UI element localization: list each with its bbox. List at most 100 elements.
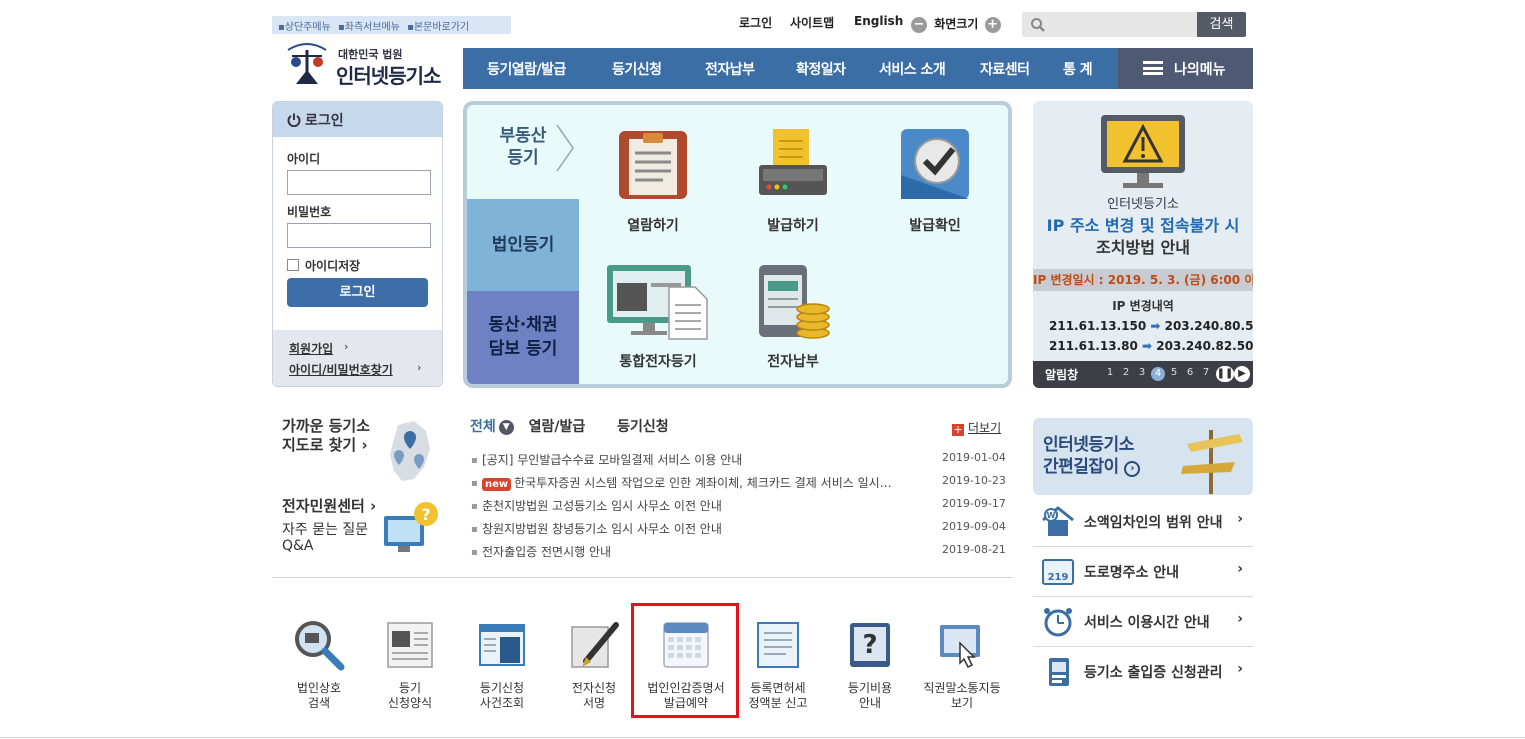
nav-view-issue[interactable]: 등기열람/발급 bbox=[487, 59, 566, 79]
notice-date: 2019-01-04 bbox=[942, 451, 1006, 464]
ip-title: IP 변경내역 bbox=[1112, 299, 1174, 313]
quick-label-1: 법인상호 bbox=[296, 681, 342, 695]
notice-row[interactable]: ▪ 전자출입증 전면시행 안내 2019-08-21 bbox=[471, 543, 1006, 563]
notice-title-wrap: new 한국투자증권 시스템 작업으로 인한 계좌이체, 체크카드 결제 서비스 … bbox=[482, 474, 912, 491]
nav-service-intro[interactable]: 서비스 소개 bbox=[879, 59, 946, 79]
my-menu-button[interactable]: 나의메뉴 bbox=[1118, 48, 1253, 89]
category-real-estate[interactable]: 부동산 등기 bbox=[467, 105, 579, 199]
banner-line-3: 조치방법 안내 bbox=[1096, 238, 1190, 257]
id-field[interactable] bbox=[287, 170, 431, 195]
service-issue[interactable]: 발급하기 bbox=[738, 125, 848, 235]
bullet-icon: ▪ bbox=[471, 524, 478, 535]
nav-e-payment[interactable]: 전자납부 bbox=[705, 59, 755, 79]
join-link[interactable]: 회원가입 bbox=[289, 340, 333, 357]
zoom-in-icon[interactable]: + bbox=[984, 16, 1001, 33]
divider bbox=[272, 577, 1012, 578]
more-link[interactable]: + 더보기 bbox=[952, 419, 1001, 436]
pause-icon[interactable]: ❚❚ bbox=[1216, 366, 1234, 382]
tab-view-issue[interactable]: 열람/발급 bbox=[529, 419, 586, 435]
banner-page-6[interactable]: 6 bbox=[1183, 367, 1197, 378]
site-logo[interactable]: 대한민국 법원 인터넷등기소 bbox=[280, 40, 450, 92]
quick-label-2: 정액분 신고 bbox=[748, 696, 808, 710]
nav-fixed-date[interactable]: 확정일자 bbox=[796, 59, 846, 79]
skip-link-top-menu[interactable]: ▪상단주메뉴 bbox=[278, 22, 331, 33]
service-e-payment[interactable]: 전자납부 bbox=[738, 261, 848, 371]
zoom-out-icon[interactable]: − bbox=[911, 16, 927, 33]
svg-text:219: 219 bbox=[1048, 572, 1069, 583]
signpost-icon bbox=[1181, 430, 1243, 494]
tab-all[interactable]: 전체 ▼ bbox=[470, 419, 514, 435]
sitemap-link[interactable]: 사이트맵 bbox=[790, 14, 834, 31]
service-integrated[interactable]: 통합전자등기 bbox=[598, 261, 718, 371]
map-link-line-2: 지도로 찾기 › bbox=[282, 436, 368, 454]
quick-label-1: 직권말소통지등 bbox=[923, 681, 1001, 695]
category-movable[interactable]: 동산·채권 담보 등기 bbox=[467, 291, 579, 384]
chevron-right-icon: › bbox=[1237, 611, 1243, 627]
save-id-checkbox[interactable] bbox=[287, 259, 299, 271]
notice-row[interactable]: ▪ [공지] 무인발급수수료 모바일결제 서비스 이용 안내 2019-01-0… bbox=[471, 451, 1006, 471]
notice-row[interactable]: ▪ 춘천지방법원 고성등기소 임시 사무소 이전 안내 2019-09-17 bbox=[471, 497, 1006, 517]
quick-case-inquiry[interactable]: 등기신청 사건조회 bbox=[457, 617, 547, 711]
category-corporation[interactable]: 법인등기 bbox=[467, 199, 579, 291]
tab-application[interactable]: 등기신청 bbox=[617, 419, 669, 435]
banner-page-4[interactable]: 4 bbox=[1151, 367, 1165, 381]
banner-page-5[interactable]: 5 bbox=[1167, 367, 1181, 378]
quick-label-2: 보기 bbox=[950, 696, 974, 710]
skip-link-left-menu[interactable]: ▪좌측서브메뉴 bbox=[338, 22, 400, 33]
arrow-right-icon: ➡ bbox=[1142, 339, 1153, 353]
bullet-icon: ▪ bbox=[471, 547, 478, 558]
service-integrated-label: 통합전자등기 bbox=[619, 354, 697, 370]
zoom-controls: − 화면크기 + bbox=[911, 15, 1001, 33]
right-link-label: 등기소 출입증 신청관리 bbox=[1084, 665, 1223, 681]
service-verify[interactable]: 발급확인 bbox=[880, 125, 990, 235]
notice-row[interactable]: ▪ 창원지방법원 창녕등기소 임시 사무소 이전 안내 2019-09-04 bbox=[471, 520, 1006, 540]
right-link-label: 소액임차인의 범위 안내 bbox=[1084, 515, 1223, 531]
notice-row[interactable]: ▪ new 한국투자증권 시스템 작업으로 인한 계좌이체, 체크카드 결제 서비… bbox=[471, 474, 1006, 494]
password-field[interactable] bbox=[287, 223, 431, 248]
banner-page-1[interactable]: 1 bbox=[1103, 367, 1117, 378]
quick-corp-name-search[interactable]: 법인상호 검색 bbox=[274, 617, 364, 711]
coins-tablet-icon bbox=[759, 265, 830, 339]
quick-label-1: 등기 bbox=[398, 681, 422, 695]
nav-application[interactable]: 등기신청 bbox=[612, 59, 662, 79]
map-search-link[interactable]: 가까운 등기소 지도로 찾기 › bbox=[282, 417, 442, 487]
login-button[interactable]: 로그인 bbox=[287, 278, 428, 307]
quick-application-forms[interactable]: 등기 신청양식 bbox=[365, 617, 455, 711]
banner-page-2[interactable]: 2 bbox=[1119, 367, 1133, 378]
ip-old-2: 211.61.13.80 bbox=[1049, 339, 1138, 353]
top-login-link[interactable]: 로그인 bbox=[739, 14, 772, 31]
nav-data-center[interactable]: 자료센터 bbox=[980, 59, 1030, 79]
service-view[interactable]: 열람하기 bbox=[598, 125, 708, 235]
search-button[interactable]: 검색 bbox=[1197, 12, 1246, 37]
guide-banner[interactable]: 인터넷등기소 간편길잡이 › bbox=[1033, 418, 1253, 495]
find-account-link[interactable]: 아이디/비밀번호찾기 bbox=[289, 361, 393, 378]
right-link-small-tenant[interactable]: W 소액임차인의 범위 안내 › bbox=[1033, 497, 1253, 547]
banner-page-7[interactable]: 7 bbox=[1199, 367, 1213, 378]
quick-registration-tax[interactable]: 등록면허세 정액분 신고 bbox=[733, 617, 823, 711]
notice-banner[interactable]: 인터넷등기소 IP 주소 변경 및 접속불가 시 조치방법 안내 IP 변경일시… bbox=[1033, 101, 1253, 388]
right-link-service-hours[interactable]: 서비스 이용시간 안내 › bbox=[1033, 597, 1253, 647]
new-badge: new bbox=[482, 478, 512, 491]
nav-statistics[interactable]: 통 계 bbox=[1063, 59, 1093, 79]
right-link-access-pass[interactable]: 등기소 출입증 신청관리 › bbox=[1033, 647, 1253, 697]
banner-line-1: 인터넷등기소 bbox=[1107, 197, 1179, 212]
banner-page-3[interactable]: 3 bbox=[1135, 367, 1149, 378]
svg-text:?: ? bbox=[421, 505, 430, 524]
bullet-icon: ▪ bbox=[471, 478, 478, 489]
quick-e-signature[interactable]: 전자신청 서명 bbox=[549, 617, 639, 711]
search-input[interactable] bbox=[1050, 15, 1190, 34]
quick-cost-guide[interactable]: ? 등기비용 안내 bbox=[825, 617, 915, 711]
service-panel: 부동산 등기 법인등기 동산·채권 담보 등기 열람하기 발급하기 발급확인 통… bbox=[463, 101, 1012, 388]
english-link[interactable]: English bbox=[854, 14, 903, 28]
next-icon[interactable]: ▶ bbox=[1234, 366, 1250, 382]
notice-title: 춘천지방법원 고성등기소 임시 사무소 이전 안내 bbox=[482, 499, 722, 513]
circle-arrow-icon: › bbox=[1124, 461, 1141, 477]
right-link-road-address[interactable]: 219 도로명주소 안내 › bbox=[1033, 547, 1253, 597]
notice-date: 2019-09-04 bbox=[942, 520, 1006, 533]
hamburger-icon bbox=[1143, 61, 1163, 75]
faq-link[interactable]: 자주 묻는 질문 Q&A ? bbox=[282, 502, 442, 562]
alarm-clock-icon bbox=[1044, 608, 1072, 637]
quick-cancellation-notice[interactable]: 직권말소통지등 보기 bbox=[917, 617, 1007, 711]
skip-link-content[interactable]: ▪본문바로가기 bbox=[407, 22, 469, 33]
find-chevron-icon: › bbox=[417, 361, 422, 374]
